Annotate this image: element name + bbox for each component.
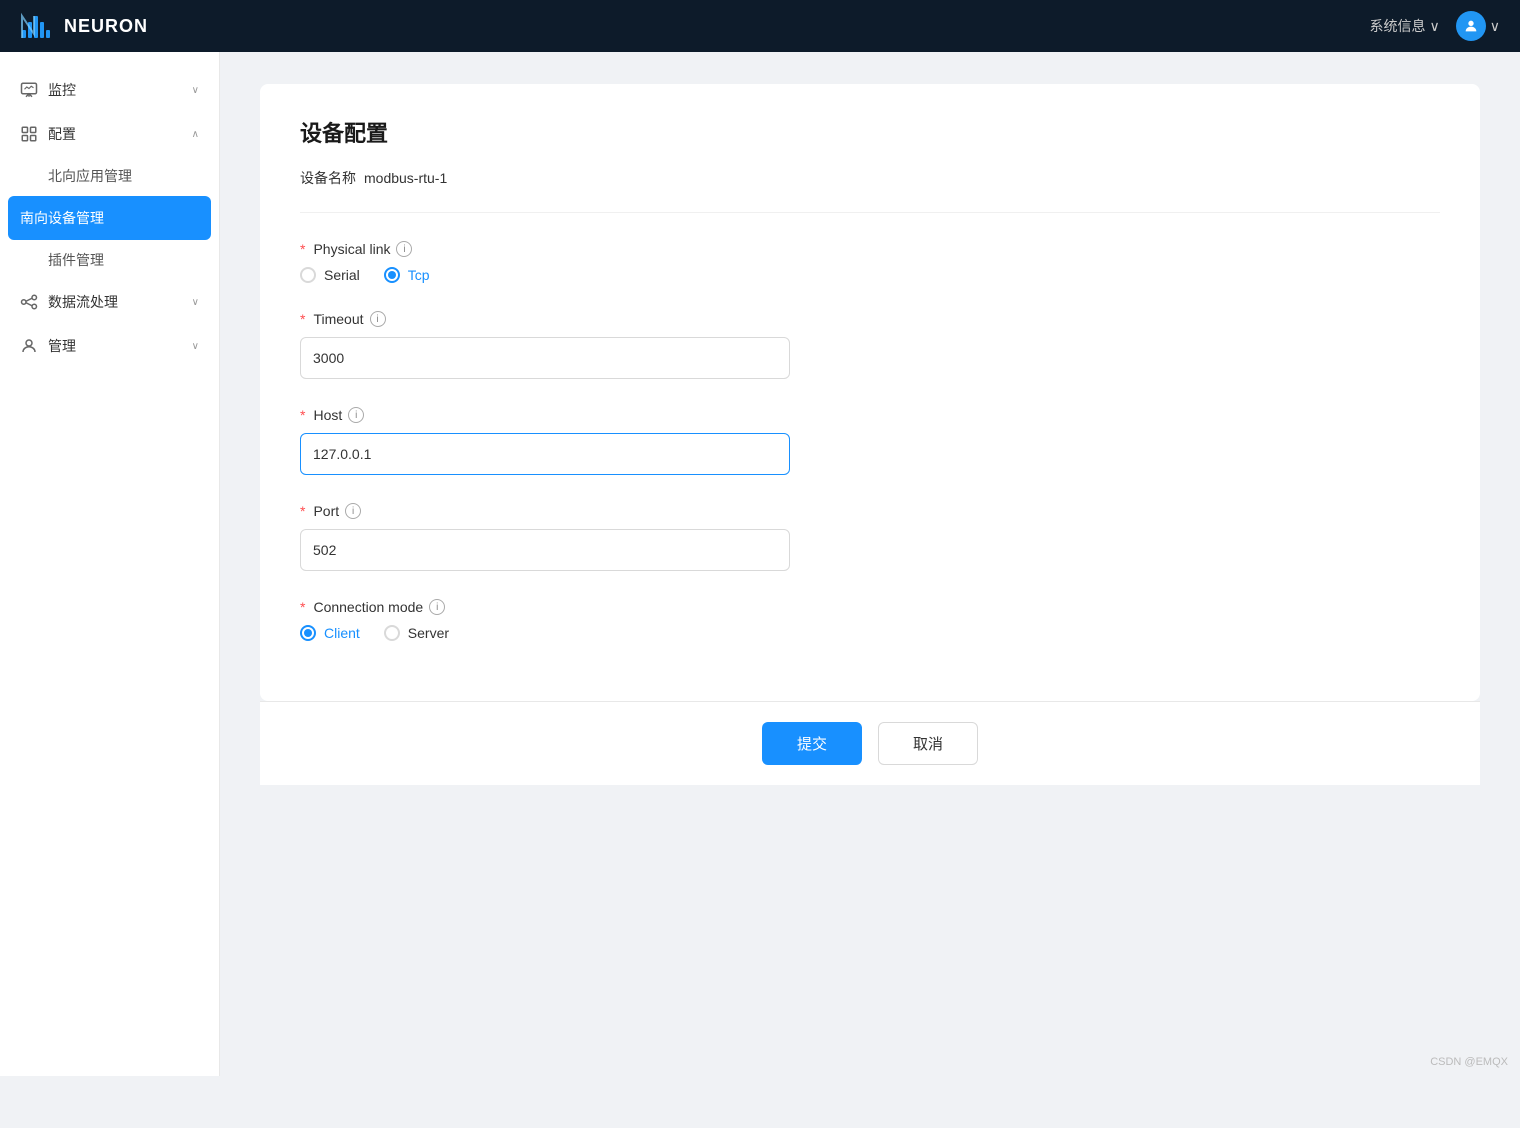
- radio-serial[interactable]: Serial: [300, 267, 360, 283]
- connection-mode-info-icon[interactable]: i: [429, 599, 445, 615]
- logo: NEURON: [20, 12, 148, 40]
- sidebar-item-northapp[interactable]: 北向应用管理: [0, 156, 219, 196]
- port-label: * Port i: [300, 503, 1440, 519]
- timeout-section: * Timeout i: [300, 311, 1440, 379]
- sidebar-label-config: 配置: [48, 124, 76, 144]
- sidebar-label-dataflow: 数据流处理: [48, 292, 118, 312]
- sysinfo-label: 系统信息: [1370, 16, 1426, 36]
- device-name-row: 设备名称 modbus-rtu-1: [300, 168, 1440, 188]
- timeout-label-text: Timeout: [313, 311, 363, 327]
- port-label-text: Port: [313, 503, 339, 519]
- radio-client-circle: [300, 625, 316, 641]
- footer-bar: 提交 取消: [260, 701, 1480, 785]
- physical-link-required: *: [300, 241, 305, 257]
- sidebar-item-plugins[interactable]: 插件管理: [0, 240, 219, 280]
- radio-tcp[interactable]: Tcp: [384, 267, 430, 283]
- sidebar-label-monitor: 监控: [48, 80, 76, 100]
- timeout-info-icon[interactable]: i: [370, 311, 386, 327]
- avatar: [1456, 11, 1486, 41]
- timeout-input[interactable]: [300, 337, 790, 379]
- sysinfo-button[interactable]: 系统信息 ∨: [1370, 16, 1440, 36]
- sidebar-item-southdev[interactable]: 南向设备管理: [8, 196, 211, 240]
- radio-server-label: Server: [408, 625, 449, 641]
- content-card: 设备配置 设备名称 modbus-rtu-1 * Physical link i…: [260, 84, 1480, 701]
- monitor-chevron-icon: ∨: [192, 85, 199, 96]
- sidebar-item-manage[interactable]: 管理 ∨: [0, 324, 219, 368]
- logo-icon: [20, 12, 56, 40]
- host-input[interactable]: [300, 433, 790, 475]
- device-name-label: 设备名称: [300, 168, 356, 188]
- host-label: * Host i: [300, 407, 1440, 423]
- user-chevron-icon: ∨: [1490, 18, 1500, 35]
- timeout-required: *: [300, 311, 305, 327]
- radio-tcp-circle: [384, 267, 400, 283]
- host-required: *: [300, 407, 305, 423]
- topnav: NEURON 系统信息 ∨ ∨: [0, 0, 1520, 52]
- config-chevron-icon: ∧: [192, 129, 199, 140]
- device-name-value: modbus-rtu-1: [364, 170, 447, 186]
- radio-client-label: Client: [324, 625, 360, 641]
- host-section: * Host i: [300, 407, 1440, 475]
- sysinfo-chevron-icon: ∨: [1430, 18, 1440, 35]
- radio-tcp-label: Tcp: [408, 267, 430, 283]
- host-info-icon[interactable]: i: [348, 407, 364, 423]
- radio-server[interactable]: Server: [384, 625, 449, 641]
- dataflow-icon: [20, 293, 38, 311]
- manage-icon: [20, 337, 38, 355]
- manage-chevron-icon: ∨: [192, 341, 199, 352]
- radio-serial-circle: [300, 267, 316, 283]
- sidebar-label-southdev: 南向设备管理: [20, 208, 104, 228]
- connection-mode-section: * Connection mode i Client Server: [300, 599, 1440, 641]
- port-info-icon[interactable]: i: [345, 503, 361, 519]
- submit-button[interactable]: 提交: [762, 722, 862, 765]
- physical-link-section: * Physical link i Serial Tcp: [300, 241, 1440, 283]
- page-title: 设备配置: [300, 116, 1440, 148]
- main-content: 设备配置 设备名称 modbus-rtu-1 * Physical link i…: [220, 52, 1520, 1076]
- connection-mode-label: * Connection mode i: [300, 599, 1440, 615]
- connection-mode-radio-group: Client Server: [300, 625, 1440, 641]
- timeout-label: * Timeout i: [300, 311, 1440, 327]
- physical-link-info-icon[interactable]: i: [396, 241, 412, 257]
- sidebar-item-config[interactable]: 配置 ∧: [0, 112, 219, 156]
- app-title: NEURON: [64, 16, 148, 37]
- radio-server-circle: [384, 625, 400, 641]
- port-section: * Port i: [300, 503, 1440, 571]
- monitor-icon: [20, 81, 38, 99]
- sidebar-label-northapp: 北向应用管理: [48, 168, 132, 184]
- physical-link-label: * Physical link i: [300, 241, 1440, 257]
- dataflow-chevron-icon: ∨: [192, 297, 199, 308]
- layout: 监控 ∨ 配置 ∧ 北向应用管理 南向设备管理: [0, 52, 1520, 1076]
- watermark: CSDN @EMQX: [1430, 1056, 1508, 1068]
- config-icon: [20, 125, 38, 143]
- sidebar: 监控 ∨ 配置 ∧ 北向应用管理 南向设备管理: [0, 52, 220, 1076]
- port-input[interactable]: [300, 529, 790, 571]
- sidebar-item-monitor[interactable]: 监控 ∨: [0, 68, 219, 112]
- sidebar-label-plugins: 插件管理: [48, 252, 104, 268]
- user-menu-button[interactable]: ∨: [1456, 11, 1500, 41]
- connection-mode-label-text: Connection mode: [313, 599, 423, 615]
- physical-link-label-text: Physical link: [313, 241, 390, 257]
- sidebar-item-dataflow[interactable]: 数据流处理 ∨: [0, 280, 219, 324]
- radio-serial-label: Serial: [324, 267, 360, 283]
- physical-link-radio-group: Serial Tcp: [300, 267, 1440, 283]
- host-label-text: Host: [313, 407, 342, 423]
- radio-client[interactable]: Client: [300, 625, 360, 641]
- topnav-right: 系统信息 ∨ ∨: [1370, 11, 1501, 41]
- port-required: *: [300, 503, 305, 519]
- cancel-button[interactable]: 取消: [878, 722, 978, 765]
- sidebar-label-manage: 管理: [48, 336, 76, 356]
- connection-mode-required: *: [300, 599, 305, 615]
